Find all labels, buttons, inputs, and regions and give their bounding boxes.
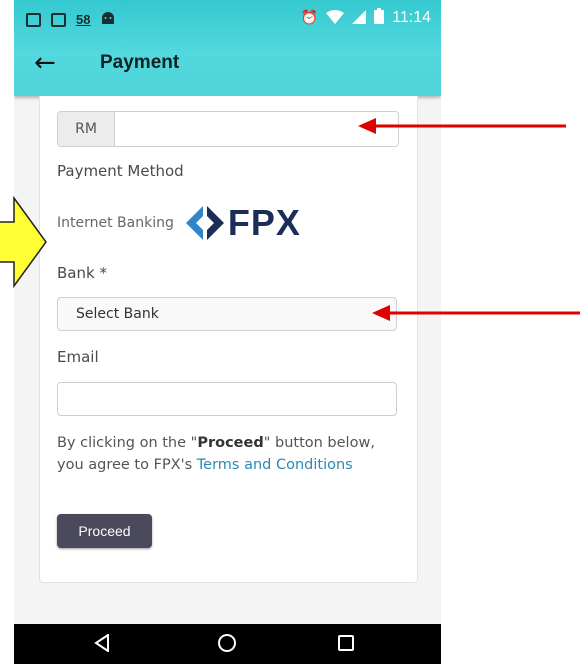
status-bar: 58 ⏰ 11:14	[14, 0, 441, 42]
nav-home-icon[interactable]	[218, 634, 236, 652]
app-bar: ← Payment	[14, 46, 441, 86]
currency-prefix: RM	[58, 112, 115, 146]
phone-screen: 58 ⏰ 11:14 ← Payment RM Payment Method I…	[14, 0, 441, 664]
payment-option[interactable]: Internet Banking FPX	[57, 202, 301, 244]
nav-back-icon[interactable]	[94, 633, 110, 656]
email-label: Email	[57, 348, 99, 366]
header: 58 ⏰ 11:14 ← Payment	[14, 0, 441, 96]
amount-field-group: RM	[57, 111, 399, 147]
system-nav-bar	[14, 624, 441, 664]
red-arrow-bank-icon	[372, 305, 580, 321]
bank-label: Bank *	[57, 264, 107, 282]
arrow-left-icon[interactable]: ←	[34, 48, 56, 78]
fpx-chevron-icon	[185, 206, 224, 240]
terms-proceed-word: Proceed	[197, 435, 264, 451]
fpx-logo: FPX	[185, 202, 301, 244]
wifi-icon	[326, 9, 345, 28]
status-right: ⏰ 11:14	[301, 8, 431, 28]
bank-select-value: Select Bank	[76, 306, 159, 322]
nav-recent-icon[interactable]	[338, 635, 354, 651]
page-title: Payment	[100, 52, 180, 73]
status-left: 58	[26, 10, 116, 29]
clock: 11:14	[392, 9, 431, 26]
yellow-arrow-icon	[0, 196, 47, 288]
red-arrow-amount-icon	[358, 118, 566, 134]
amount-input[interactable]	[115, 112, 398, 146]
terms-text: By clicking on the "Proceed" button belo…	[57, 435, 375, 473]
fpx-logo-text: FPX	[227, 202, 301, 243]
proceed-button[interactable]: Proceed	[57, 514, 152, 548]
battery-icon	[374, 8, 385, 28]
message-icon	[26, 12, 41, 27]
payment-option-label: Internet Banking	[57, 215, 174, 231]
email-field[interactable]	[57, 382, 397, 416]
android-icon	[100, 10, 116, 29]
image-icon	[51, 12, 66, 27]
notification-count: 58	[76, 12, 91, 27]
alarm-icon: ⏰	[300, 10, 319, 26]
bank-select[interactable]: Select Bank	[57, 297, 397, 331]
payment-method-label: Payment Method	[57, 162, 184, 180]
terms-link[interactable]: Terms and Conditions	[197, 457, 353, 473]
payment-form-card: RM Payment Method Internet Banking FPX B…	[39, 96, 418, 583]
signal-icon	[352, 9, 367, 28]
